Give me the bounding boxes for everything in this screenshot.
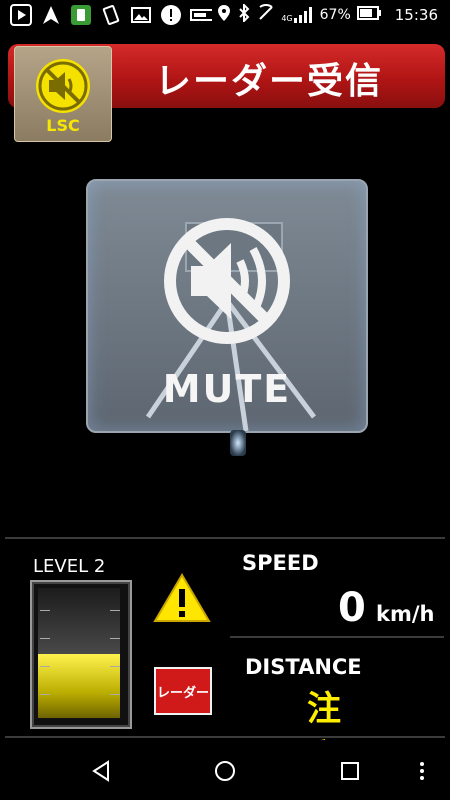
lsc-button[interactable]: LSC bbox=[14, 46, 112, 142]
divider-top bbox=[5, 537, 445, 539]
speed-label: SPEED bbox=[242, 551, 319, 575]
more-icon[interactable] bbox=[412, 756, 432, 786]
alert-icon bbox=[160, 4, 182, 26]
meter-tick bbox=[110, 638, 120, 639]
nfc-icon bbox=[257, 4, 275, 26]
mute-label: MUTE bbox=[162, 367, 292, 411]
meter-tick bbox=[110, 694, 120, 695]
vibrate-icon bbox=[100, 4, 122, 26]
clock: 15:36 bbox=[394, 6, 438, 24]
radar-badge: レーダー bbox=[154, 667, 212, 715]
network-label: 4G bbox=[281, 14, 293, 23]
speed-unit: km/h bbox=[376, 602, 435, 626]
status-bar: 4G 67% 15:36 bbox=[0, 0, 450, 32]
storage-icon bbox=[190, 4, 212, 26]
meter-tick bbox=[40, 666, 50, 667]
status-left-icons bbox=[10, 4, 212, 26]
warning-triangle-icon bbox=[153, 573, 211, 623]
battery-icon bbox=[356, 6, 381, 24]
play-store-icon bbox=[10, 4, 32, 26]
gallery-icon bbox=[130, 4, 152, 26]
meter-tick bbox=[110, 610, 120, 611]
distance-label: DISTANCE bbox=[245, 655, 362, 679]
home-icon[interactable] bbox=[210, 756, 240, 786]
level-meter-fill bbox=[38, 654, 120, 718]
navigation-bar bbox=[0, 740, 450, 800]
speaker-mute-icon bbox=[164, 218, 290, 344]
battery-percent: 67% bbox=[319, 7, 351, 23]
bluetooth-icon bbox=[237, 2, 251, 26]
level-meter bbox=[30, 580, 132, 729]
lsc-label: LSC bbox=[46, 116, 80, 135]
meter-tick bbox=[40, 694, 50, 695]
navigation-icon bbox=[40, 4, 62, 26]
level-meter-empty bbox=[38, 588, 120, 656]
location-icon bbox=[217, 4, 231, 26]
meter-tick bbox=[40, 610, 50, 611]
signal-4g-icon: 4G bbox=[281, 7, 313, 23]
app-icon bbox=[70, 4, 92, 26]
tripod-leg-glow bbox=[230, 430, 246, 456]
divider-middle bbox=[230, 636, 444, 638]
speed-value: 0 bbox=[338, 585, 366, 631]
mute-panel[interactable]: MUTE bbox=[86, 179, 368, 433]
mute-circle-icon bbox=[36, 59, 90, 113]
back-icon[interactable] bbox=[86, 756, 116, 786]
level-label: LEVEL 2 bbox=[33, 556, 106, 577]
meter-tick bbox=[110, 666, 120, 667]
page-title: レーダー受信 bbox=[155, 61, 384, 102]
recents-icon[interactable] bbox=[335, 756, 365, 786]
status-right-icons: 4G 67% 15:36 bbox=[217, 2, 438, 26]
meter-tick bbox=[40, 638, 50, 639]
